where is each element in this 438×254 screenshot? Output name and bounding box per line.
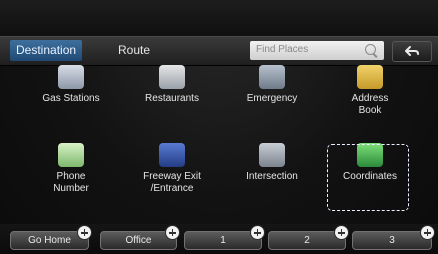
restaurant-icon <box>159 65 185 89</box>
plus-icon[interactable] <box>78 226 91 239</box>
favorite-2-label: 2 <box>304 235 310 246</box>
office-label: Office <box>125 235 152 246</box>
address-book-label: Address Book <box>351 93 389 116</box>
back-arrow-icon <box>405 46 419 56</box>
gas-station-icon <box>58 65 84 89</box>
favorite-3-label: 3 <box>389 235 395 246</box>
search-placeholder: Find Places <box>256 44 309 55</box>
selected-item-focus-outline <box>327 144 409 211</box>
plus-icon[interactable] <box>335 226 348 239</box>
phone-number-item[interactable]: Phone Number <box>21 143 121 195</box>
office-button[interactable]: Office <box>100 226 179 250</box>
favorite-1-button[interactable]: 1 <box>184 226 264 250</box>
intersection-label: Intersection <box>246 171 298 182</box>
bottom-shortcuts-bar: Go Home Office 1 2 3 <box>0 224 438 254</box>
plus-icon[interactable] <box>251 226 264 239</box>
go-home-label: Go Home <box>28 235 71 246</box>
tab-destination[interactable]: Destination <box>10 40 83 61</box>
freeway-exit-icon <box>159 143 185 167</box>
plus-icon[interactable] <box>421 226 434 239</box>
favorite-1-label: 1 <box>220 235 226 246</box>
phone-number-label: Phone Number <box>53 171 89 194</box>
freeway-exit-entrance-label: Freeway Exit /Entrance <box>143 171 201 194</box>
navigation-destination-screen: Destination Route Find Places Gas Statio… <box>0 0 438 254</box>
address-book-item[interactable]: Address Book <box>320 65 420 117</box>
intersection-icon <box>259 143 285 167</box>
plus-icon[interactable] <box>166 226 179 239</box>
favorite-2-button[interactable]: 2 <box>268 226 348 250</box>
search-input[interactable]: Find Places <box>250 41 384 60</box>
top-bar <box>0 0 438 36</box>
tab-row: Destination Route Find Places <box>0 36 438 66</box>
phone-icon <box>58 143 84 167</box>
gas-stations-item[interactable]: Gas Stations <box>21 65 121 105</box>
tab-route[interactable]: Route <box>112 40 156 61</box>
restaurants-item[interactable]: Restaurants <box>122 65 222 105</box>
emergency-label: Emergency <box>246 93 298 104</box>
favorite-3-button[interactable]: 3 <box>352 226 434 250</box>
intersection-item[interactable]: Intersection <box>222 143 322 183</box>
go-home-button[interactable]: Go Home <box>10 226 91 250</box>
restaurants-label: Restaurants <box>145 93 199 104</box>
address-book-icon <box>357 65 383 89</box>
emergency-item[interactable]: Emergency <box>222 65 322 105</box>
search-icon[interactable] <box>365 44 376 55</box>
emergency-icon <box>259 65 285 89</box>
back-button[interactable] <box>392 41 432 62</box>
freeway-exit-entrance-item[interactable]: Freeway Exit /Entrance <box>122 143 222 195</box>
gas-stations-label: Gas Stations <box>42 93 100 104</box>
